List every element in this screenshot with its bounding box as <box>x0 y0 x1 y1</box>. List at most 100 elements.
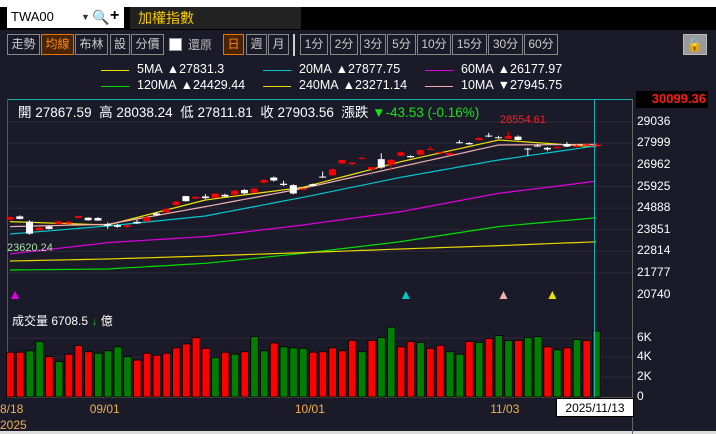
candle-body <box>211 193 219 198</box>
volume-info: 成交量 6708.5 ↓ 億 <box>12 312 113 329</box>
volume-tick: 0 <box>637 389 644 403</box>
candle-body <box>280 183 288 185</box>
candle-body <box>55 221 63 224</box>
volume-bar <box>562 347 572 398</box>
volume-bar <box>435 344 445 398</box>
candle-body <box>94 218 102 221</box>
price-tick: 29036 <box>637 113 671 128</box>
candle-body <box>162 208 170 213</box>
candle-body <box>84 217 92 221</box>
candle-body <box>260 180 268 183</box>
candle-body <box>573 145 581 147</box>
candle-body <box>387 159 395 165</box>
volume-bar <box>289 347 298 398</box>
volume-bar <box>572 339 582 398</box>
volume-bar <box>387 326 396 398</box>
candle-body <box>45 226 53 229</box>
volume-bar <box>426 347 435 398</box>
volume-bar <box>377 337 386 398</box>
candle-body <box>192 196 200 199</box>
volume-bar <box>133 359 142 398</box>
candle-body <box>182 196 190 202</box>
candle-body <box>270 177 278 181</box>
volume-bar <box>64 353 74 398</box>
high-value: 28038.24 <box>116 105 173 120</box>
volume-bar <box>15 351 25 398</box>
price-tick: 21777 <box>637 264 671 279</box>
date-tooltip: 2025/11/13 <box>556 398 634 417</box>
candle-body <box>328 169 336 176</box>
volume-bar <box>201 347 210 398</box>
candle-body <box>6 217 14 220</box>
candle-body <box>563 144 571 147</box>
candle-body <box>172 201 180 205</box>
volume-bar <box>113 346 122 398</box>
down-arrow-icon: ↓ <box>91 314 98 328</box>
candle-body <box>240 189 248 194</box>
volume-bar <box>523 337 533 398</box>
volume-bar <box>35 341 44 398</box>
candle-body <box>319 176 327 178</box>
volume-bar <box>504 340 513 398</box>
volume-bar <box>94 352 103 398</box>
candle-body <box>348 162 356 164</box>
ohlc-info: 開 27867.59 高 28038.24 低 27811.81 收 27903… <box>18 101 479 121</box>
volume-bar <box>494 335 503 398</box>
volume-bar <box>191 337 201 398</box>
candle-body <box>407 156 415 158</box>
volume-bar <box>84 351 93 398</box>
volume-bar <box>543 346 552 398</box>
candle-body <box>455 142 463 144</box>
open-value: 27867.59 <box>35 105 92 120</box>
volume-bar <box>230 353 240 398</box>
year-label: 2025 <box>0 418 27 432</box>
candle-body <box>582 144 590 146</box>
volume-bar <box>533 336 542 398</box>
price-tick: 24888 <box>637 200 671 215</box>
volume-bar <box>240 351 249 398</box>
volume-bar <box>308 351 318 398</box>
volume-bar <box>269 342 279 398</box>
candle-body <box>397 152 405 156</box>
candle-body <box>426 148 434 150</box>
price-tick: 26962 <box>637 156 671 171</box>
price-tick: 23851 <box>637 221 671 236</box>
volume-bar <box>142 352 152 398</box>
candle-body <box>514 136 522 140</box>
candle-body <box>358 157 366 159</box>
volume-tick: 6K <box>637 330 652 344</box>
close-label: 收 <box>260 105 274 120</box>
price-tick: 22814 <box>637 243 671 258</box>
volume-bar <box>74 344 83 398</box>
volume-bar <box>514 340 523 398</box>
volume-bar <box>172 347 181 398</box>
volume-bar <box>582 340 591 398</box>
x-tick: 09/01 <box>89 402 120 416</box>
candle-body <box>309 184 317 186</box>
candle-body <box>26 221 34 234</box>
candlestick-chart[interactable] <box>0 0 716 434</box>
volume-bar <box>279 346 288 398</box>
volume-bar <box>465 341 474 398</box>
candle-body <box>201 196 209 199</box>
candle-body <box>231 190 239 195</box>
candle-body <box>16 216 24 219</box>
volume-bar <box>6 351 15 398</box>
x-tick: 11/03 <box>490 402 520 416</box>
volume-bar <box>250 336 259 398</box>
volume-bar <box>357 351 367 398</box>
x-tick: 8/18 <box>0 402 24 416</box>
high-price-label: 28554.61 <box>500 114 546 126</box>
candle-body <box>524 148 532 150</box>
candle-body <box>475 137 483 141</box>
candle-body <box>446 152 454 156</box>
candle-body <box>289 185 297 194</box>
volume-bar <box>553 349 562 398</box>
candle-body <box>553 147 561 149</box>
volume-tick: 4K <box>637 349 652 363</box>
candle-body <box>367 167 375 170</box>
price-tick: 25925 <box>637 178 671 193</box>
volume-bar <box>338 350 347 398</box>
price-tick: 27999 <box>637 135 671 150</box>
candle-body <box>143 217 151 222</box>
